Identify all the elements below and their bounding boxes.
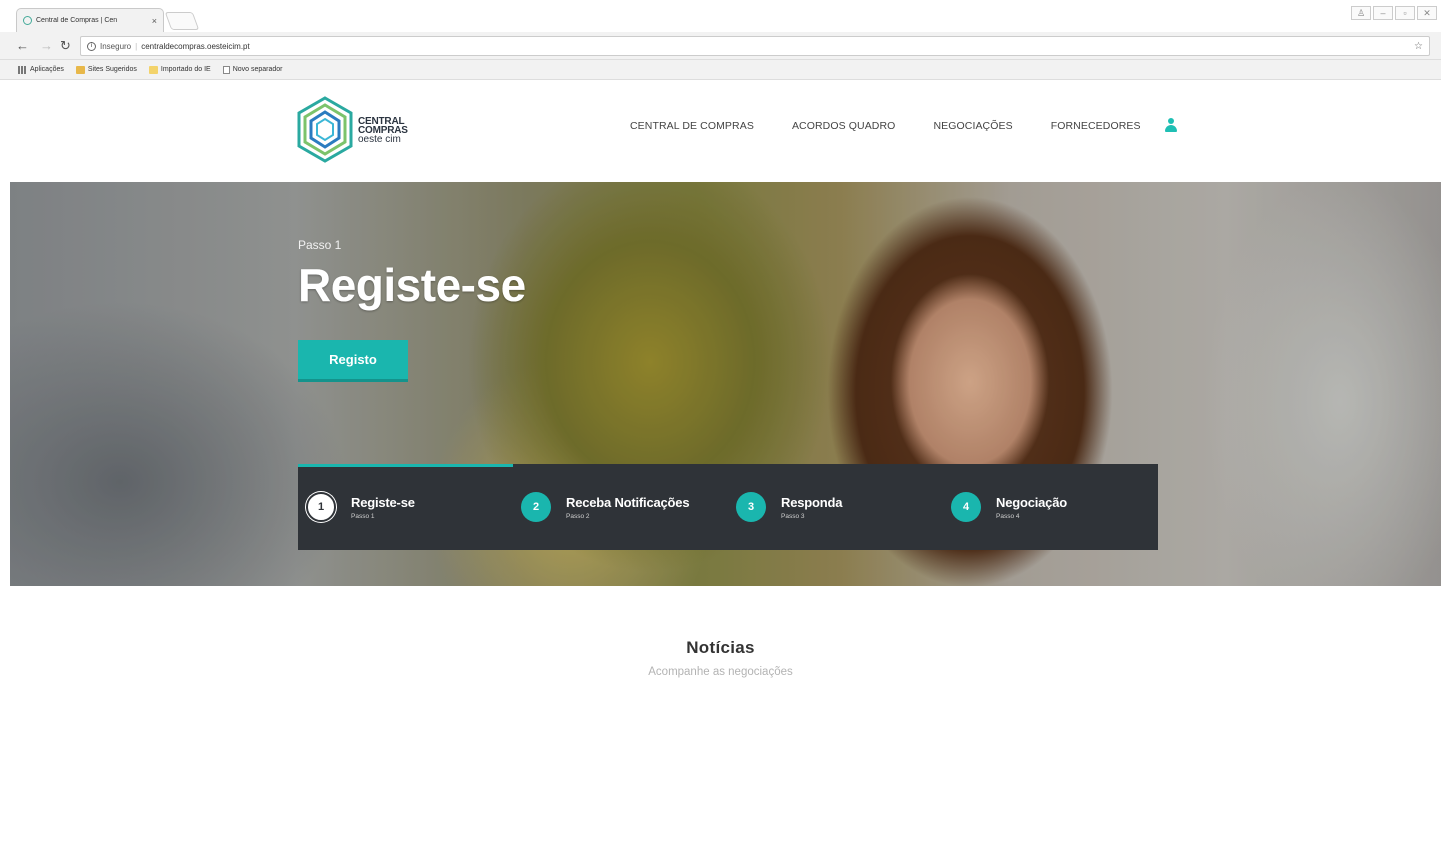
site-header: CENTRAL COMPRAS oeste cim CENTRAL DE COM…	[0, 80, 1441, 182]
step-number: 4	[951, 492, 981, 522]
new-tab-button[interactable]	[164, 12, 200, 30]
step-number: 3	[736, 492, 766, 522]
bookmark-new-tab[interactable]: Novo separador	[222, 65, 283, 74]
url-separator: |	[135, 41, 138, 51]
bookmarks-bar: Aplicações Sites Sugeridos Importado do …	[0, 60, 1441, 80]
nav-acordos-quadro[interactable]: ACORDOS QUADRO	[792, 120, 896, 132]
browser-tabbar: Central de Compras | Cen × ♙ – ▫ ✕	[0, 0, 1441, 32]
user-account-icon[interactable]	[1164, 118, 1177, 134]
step-2[interactable]: 2 Receba Notificações Passo 2	[513, 464, 728, 550]
info-icon[interactable]: i	[87, 41, 96, 51]
hero-banner: Passo 1 Registe-se Registo 1 Registe-se …	[10, 182, 1441, 586]
step-3[interactable]: 3 Responda Passo 3	[728, 464, 943, 550]
bookmark-imported-ie[interactable]: Importado do IE	[148, 65, 211, 74]
folder-icon	[75, 65, 85, 74]
step-name: Receba Notificações	[566, 494, 690, 510]
security-label: Inseguro	[100, 41, 132, 51]
user-profile-icon[interactable]: ♙	[1351, 6, 1371, 20]
apps-grid-icon	[18, 65, 27, 74]
step-number: 1	[306, 492, 336, 522]
step-sub: Passo 2	[566, 512, 590, 520]
tab-close-icon[interactable]: ×	[152, 16, 157, 26]
step-sub: Passo 3	[781, 512, 805, 520]
folder-icon	[148, 65, 158, 74]
nav-central-de-compras[interactable]: CENTRAL DE COMPRAS	[630, 120, 754, 132]
bookmark-star-icon[interactable]: ☆	[1414, 41, 1423, 52]
site-logo[interactable]: CENTRAL COMPRAS oeste cim	[296, 96, 408, 164]
news-subtitle: Acompanhe as negociações	[648, 666, 793, 678]
register-button[interactable]: Registo	[298, 340, 408, 382]
minimize-icon[interactable]: –	[1373, 6, 1393, 20]
logo-text: CENTRAL COMPRAS oeste cim	[358, 116, 408, 145]
step-sub: Passo 4	[996, 512, 1020, 520]
back-arrow-icon[interactable]: ←	[16, 38, 29, 54]
nav-fornecedores[interactable]: FORNECEDORES	[1051, 120, 1141, 132]
step-name: Responda	[781, 494, 843, 510]
browser-toolbar: ← → ↻ i Inseguro | centraldecompras.oest…	[0, 32, 1441, 60]
window-controls: ♙ – ▫ ✕	[1351, 6, 1437, 20]
step-name: Negociação	[996, 494, 1067, 510]
steps-bar: 1 Registe-se Passo 1 2 Receba Notificaçõ…	[298, 464, 1158, 550]
news-title: Notícias	[686, 638, 755, 657]
browser-tab[interactable]: Central de Compras | Cen ×	[16, 8, 164, 32]
address-bar[interactable]: i Inseguro | centraldecompras.oesteicim.…	[80, 36, 1430, 56]
step-sub: Passo 1	[351, 512, 375, 520]
logo-line-3: oeste cim	[358, 133, 401, 145]
main-nav: CENTRAL DE COMPRAS ACORDOS QUADRO NEGOCI…	[630, 118, 1177, 134]
bookmark-suggested-sites[interactable]: Sites Sugeridos	[75, 65, 137, 74]
reload-icon[interactable]: ↻	[60, 38, 71, 54]
step-number: 2	[521, 492, 551, 522]
hero-title: Registe-se	[298, 259, 526, 311]
step-4[interactable]: 4 Negociação Passo 4	[943, 464, 1158, 550]
maximize-icon[interactable]: ▫	[1395, 6, 1415, 20]
hero-content: Passo 1 Registe-se Registo	[298, 238, 526, 382]
close-window-icon[interactable]: ✕	[1417, 6, 1437, 20]
tab-title: Central de Compras | Cen	[36, 17, 118, 24]
step-1[interactable]: 1 Registe-se Passo 1	[298, 464, 513, 550]
news-section: Notícias Acompanhe as negociações	[0, 638, 1441, 678]
site-favicon-icon	[23, 16, 32, 25]
hexagon-logo-icon	[297, 96, 353, 163]
forward-arrow-icon[interactable]: →	[40, 38, 53, 54]
step-name: Registe-se	[351, 494, 415, 510]
bookmark-apps[interactable]: Aplicações	[18, 65, 64, 74]
url-text[interactable]: centraldecompras.oesteicim.pt	[141, 42, 250, 51]
hero-step-kicker: Passo 1	[298, 238, 342, 252]
nav-negociacoes[interactable]: NEGOCIAÇÕES	[933, 120, 1012, 132]
page-icon	[222, 65, 230, 74]
